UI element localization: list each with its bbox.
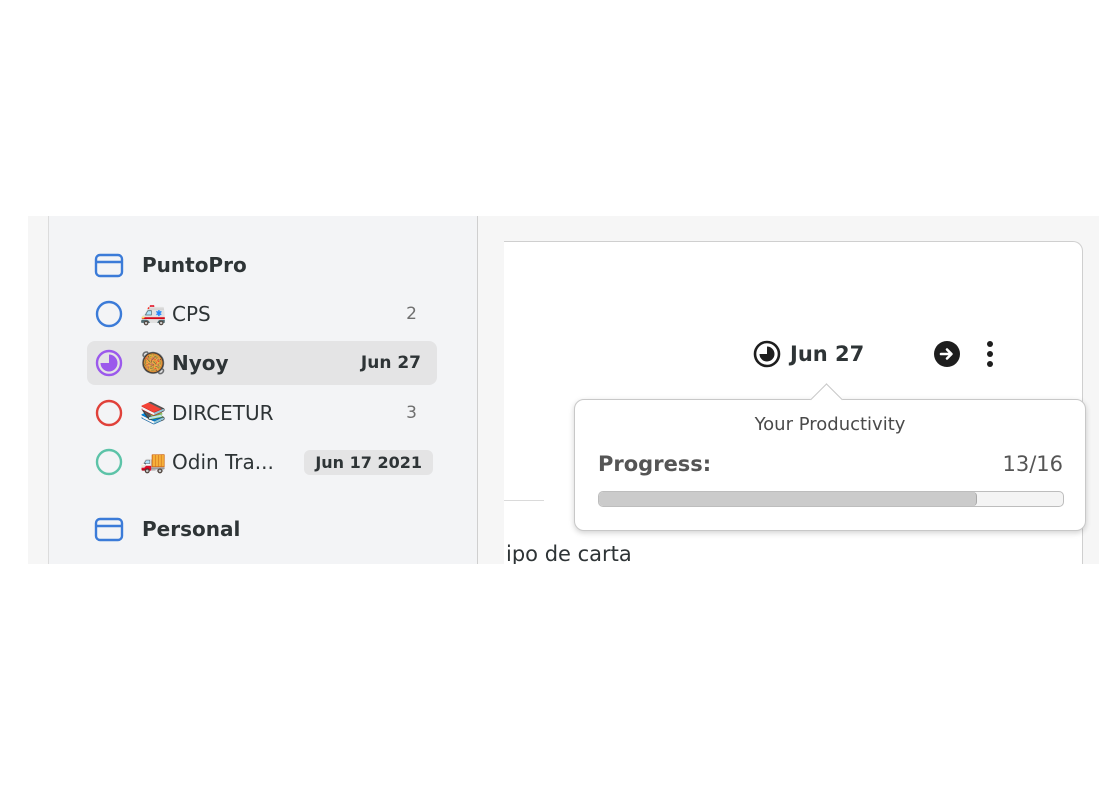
next-arrow-icon[interactable] [932,339,962,369]
progress-label: Progress: [598,452,712,476]
sidebar-item-cps[interactable]: 🚑 CPS 2 [87,292,437,336]
folder-icon [94,250,124,280]
project-progress-icon[interactable] [94,348,124,378]
due-date-badge: Jun 17 2021 [304,449,433,475]
due-date-label: Jun 27 [790,342,865,366]
paella-icon: 🥘 [140,350,167,375]
main-content: Jun 27 ipo de carta Your Productivity Pr… [504,216,1099,564]
project-circle-icon[interactable] [94,447,124,477]
group-label: PuntoPro [142,253,247,277]
more-options-icon[interactable] [978,336,1002,372]
sidebar-item-label: DIRCETUR [172,401,274,425]
task-content-text: ipo de carta [506,542,632,564]
popover-arrow [810,383,843,416]
sidebar-group-personal[interactable]: Personal [87,507,437,551]
due-date-button[interactable]: Jun 27 [752,338,864,370]
divider [504,500,544,501]
folder-icon [94,514,124,544]
project-circle-icon[interactable] [94,398,124,428]
truck-icon: 🚚 [140,449,167,474]
group-label: Personal [142,517,241,541]
sidebar-item-label: Odin Tra... [172,450,274,474]
sidebar-item-dircetur[interactable]: 📚 DIRCETUR 3 [87,391,437,435]
task-count: 3 [406,403,417,423]
due-date-label: Jun 27 [360,353,421,373]
sidebar-item-label: CPS [172,302,211,326]
books-icon: 📚 [140,400,167,425]
progress-clock-icon [753,340,781,368]
productivity-popover: Your Productivity Progress: 13/16 [574,383,1086,531]
progress-bar-fill [599,492,977,506]
ambulance-icon: 🚑 [140,301,167,326]
sidebar: PuntoPro 🚑 CPS 2 🥘 Nyoy Jun 27 📚 DIRCETU… [48,216,478,564]
task-count: 2 [406,304,417,324]
task-detail-card: Jun 27 ipo de carta Your Productivity Pr… [504,241,1086,564]
progress-bar [598,491,1064,507]
popover-title: Your Productivity [754,414,906,435]
sidebar-item-odin[interactable]: 🚚 Odin Tra... Jun 17 2021 [87,440,437,484]
project-circle-icon[interactable] [94,299,124,329]
sidebar-group-puntopro[interactable]: PuntoPro [87,243,437,287]
sidebar-item-nyoy[interactable]: 🥘 Nyoy Jun 27 [87,341,437,385]
sidebar-item-label: Nyoy [172,351,229,375]
app-window: PuntoPro 🚑 CPS 2 🥘 Nyoy Jun 27 📚 DIRCETU… [28,216,1099,564]
progress-value: 13/16 [1002,452,1063,476]
